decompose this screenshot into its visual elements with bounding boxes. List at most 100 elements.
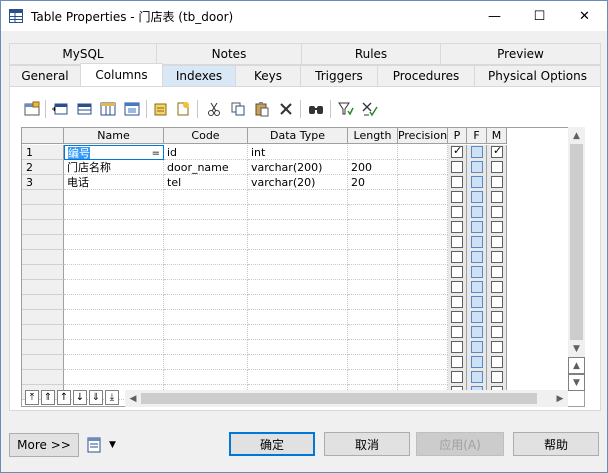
cell-precision[interactable] [398,145,448,160]
row-number[interactable] [22,295,64,310]
checkbox-m[interactable] [491,356,503,368]
cell-length[interactable]: 200 [348,160,398,175]
scroll-right-icon[interactable]: ▶ [552,390,568,407]
tab-mysql[interactable]: MySQL [9,43,157,65]
cell-datatype[interactable] [248,280,348,295]
tab-triggers[interactable]: Triggers [300,65,378,87]
row-number[interactable] [22,265,64,280]
header-data-type[interactable]: Data Type [248,128,348,144]
move-page-up-button[interactable]: ⇑ [41,390,55,405]
cell-datatype[interactable] [248,340,348,355]
cell-name[interactable] [64,355,164,370]
cell-datatype[interactable]: int [248,145,348,160]
cell-precision[interactable] [398,190,448,205]
checkbox-m[interactable] [491,161,503,173]
cell-code[interactable] [164,190,248,205]
scroll-down-icon[interactable]: ▼ [568,340,585,357]
cell-code[interactable] [164,205,248,220]
row-number[interactable] [22,340,64,355]
cell-length[interactable] [348,325,398,340]
checkbox-p[interactable] [451,236,463,248]
cell-length[interactable] [348,190,398,205]
header-mandatory[interactable]: M [487,128,507,144]
row-number[interactable] [22,280,64,295]
cell-datatype[interactable] [248,250,348,265]
cell-code[interactable] [164,280,248,295]
checkbox-f[interactable] [471,371,483,383]
reuse-columns-button[interactable] [123,100,141,118]
tab-indexes[interactable]: Indexes [162,65,236,87]
row-number[interactable] [22,310,64,325]
vertical-scroll-thumb[interactable] [570,144,583,340]
header-name[interactable]: Name [64,128,164,144]
row-number[interactable]: 3 [22,175,64,190]
checkbox-p[interactable] [451,191,463,203]
checkbox-m[interactable] [491,341,503,353]
properties-button[interactable] [23,100,41,118]
cell-precision[interactable] [398,175,448,190]
cell-length[interactable] [348,235,398,250]
checkbox-f[interactable] [471,191,483,203]
cancel-button[interactable]: 取消 [324,432,410,456]
cell-datatype[interactable] [248,325,348,340]
cell-edit-button[interactable]: = [152,146,160,159]
checkbox-f[interactable] [471,311,483,323]
checkbox-p[interactable] [451,296,463,308]
horizontal-scroll-thumb[interactable] [141,393,537,404]
cell-precision[interactable] [398,160,448,175]
row-number[interactable] [22,370,64,385]
checkbox-f[interactable] [471,176,483,188]
minimize-button[interactable]: — [472,1,517,31]
cell-precision[interactable] [398,370,448,385]
cell-code[interactable] [164,220,248,235]
cell-code[interactable] [164,295,248,310]
checkbox-m[interactable] [491,144,503,158]
more-button[interactable]: More >> [9,433,79,457]
checkbox-p[interactable] [451,266,463,278]
checkbox-f[interactable] [471,326,483,338]
row-number[interactable]: 2 [22,160,64,175]
paste-button[interactable] [253,100,271,118]
cell-datatype[interactable]: varchar(200) [248,160,348,175]
help-button[interactable]: 帮助 [513,432,599,456]
move-down-button[interactable]: ↓ [73,390,87,405]
cell-name[interactable]: 门店名称 [64,160,164,175]
header-code[interactable]: Code [164,128,248,144]
row-number[interactable] [22,250,64,265]
checkbox-p[interactable] [451,161,463,173]
checkbox-p[interactable] [451,356,463,368]
checkbox-m[interactable] [491,221,503,233]
checkbox-p[interactable] [451,221,463,233]
cell-name[interactable] [64,190,164,205]
cell-datatype[interactable] [248,205,348,220]
cell-datatype[interactable] [248,295,348,310]
move-bottom-button[interactable]: ⤓ [105,390,119,405]
cell-code[interactable] [164,235,248,250]
checkbox-p[interactable] [451,326,463,338]
tab-keys[interactable]: Keys [235,65,301,87]
domain-button[interactable] [174,100,192,118]
checkbox-m[interactable] [491,206,503,218]
checkbox-f[interactable] [471,296,483,308]
cell-precision[interactable] [398,235,448,250]
checkbox-p[interactable] [451,176,463,188]
cell-name[interactable] [64,280,164,295]
ok-button[interactable]: 确定 [229,432,315,456]
scroll-up-icon[interactable]: ▲ [568,127,585,144]
checkbox-p[interactable] [451,251,463,263]
cell-length[interactable] [348,295,398,310]
add-columns-button[interactable] [99,100,117,118]
move-page-down-button[interactable]: ⇓ [89,390,103,405]
checkbox-m[interactable] [491,371,503,383]
cell-name[interactable]: 电话 [64,175,164,190]
cell-code[interactable] [164,250,248,265]
header-precision[interactable]: Precision [398,128,448,144]
cell-length[interactable] [348,250,398,265]
checkbox-m[interactable] [491,281,503,293]
move-up-button[interactable]: ↑ [57,390,71,405]
cell-name[interactable] [64,205,164,220]
cell-precision[interactable] [398,205,448,220]
cell-name[interactable] [64,265,164,280]
cell-code[interactable] [164,265,248,280]
scroll-left-icon[interactable]: ◀ [125,390,141,407]
